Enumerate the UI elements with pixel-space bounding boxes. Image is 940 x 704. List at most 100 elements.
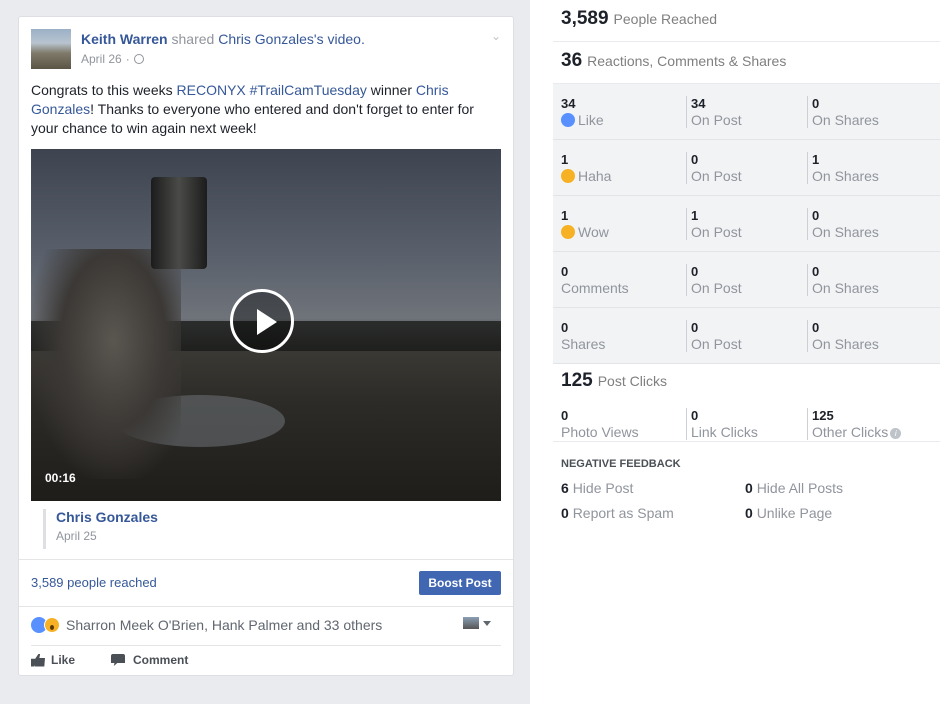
- post-card: Keith Warren shared Chris Gonzales's vid…: [18, 16, 514, 676]
- cell-label: Other Clicks: [812, 424, 889, 440]
- post-text-part: Congrats to this weeks: [31, 82, 177, 98]
- people-reached-row: 3,589 People Reached: [553, 8, 940, 42]
- shared-word: shared: [171, 31, 215, 47]
- divider: [31, 645, 501, 646]
- like-total-cell: 34 Like: [561, 96, 604, 128]
- cell-label: On Post: [691, 336, 742, 352]
- cell-label: On Shares: [812, 224, 879, 240]
- clicks-breakdown: 0 Photo Views 0 Link Clicks 125 Other Click…: [553, 406, 940, 442]
- table-row: 1 Wow 1 On Post 0 On Shares: [553, 196, 940, 252]
- cell-value: 0: [691, 408, 699, 423]
- cell-label: Shares: [561, 336, 606, 352]
- table-row: 1 Haha 0 On Post 1 On Shares: [553, 140, 940, 196]
- chevron-down-icon[interactable]: ⌄: [491, 29, 501, 43]
- cell-value: 1: [812, 152, 820, 167]
- cell-value: 1: [561, 152, 569, 167]
- cell-value: 0: [561, 408, 569, 423]
- cell-value: 0: [561, 264, 569, 279]
- wow-total-cell: 1 Wow: [561, 208, 609, 240]
- cell-label: On Post: [691, 112, 742, 128]
- hide-all-posts-stat: 0 Hide All Posts: [745, 480, 843, 496]
- boost-post-button[interactable]: Boost Post: [419, 571, 501, 595]
- author-name-link[interactable]: Keith Warren: [81, 31, 168, 47]
- post-header-line: Keith Warren shared Chris Gonzales's vid…: [81, 31, 365, 47]
- globe-icon: [133, 54, 144, 64]
- on-post-cell: 0 On Post: [686, 152, 742, 184]
- on-shares-cell: 0 On Shares: [807, 264, 879, 296]
- reactors-text[interactable]: Sharron Meek O'Brien, Hank Palmer and 33…: [66, 617, 382, 633]
- post-date[interactable]: April 26: [81, 52, 122, 66]
- comment-label: Comment: [133, 653, 189, 667]
- cell-label: Comments: [561, 280, 629, 296]
- cell-value: 0: [812, 320, 820, 335]
- like-icon: [561, 113, 575, 127]
- table-row: 0 Shares 0 On Post 0 On Shares: [553, 308, 940, 364]
- author-avatar[interactable]: [31, 29, 71, 69]
- video-player[interactable]: 00:16: [31, 149, 501, 501]
- thumbs-up-icon: [31, 653, 45, 667]
- play-button[interactable]: [230, 289, 294, 353]
- on-post-cell: 1 On Post: [686, 208, 742, 240]
- people-reached-label: People Reached: [613, 11, 718, 27]
- stat-value: 0: [745, 480, 753, 496]
- cell-label: On Post: [691, 224, 742, 240]
- cell-value: 0: [812, 264, 820, 279]
- table-row: 34 Like 34 On Post 0 On Shares: [553, 84, 940, 140]
- divider: [19, 606, 513, 607]
- cell-label: On Post: [691, 280, 742, 296]
- divider: [19, 559, 513, 560]
- post-as-selector[interactable]: [463, 617, 491, 629]
- stat-value: 0: [561, 505, 569, 521]
- page-avatar-icon: [463, 617, 479, 629]
- video-feeder: [151, 177, 207, 269]
- engagement-count: 36: [561, 50, 583, 71]
- unlike-page-stat: 0 Unlike Page: [745, 505, 832, 521]
- reactions-summary[interactable]: Sharron Meek O'Brien, Hank Palmer and 33…: [31, 615, 382, 635]
- shared-source-name[interactable]: Chris Gonzales: [56, 509, 158, 525]
- table-row: 0 Comments 0 On Post 0 On Shares: [553, 252, 940, 308]
- haha-icon: [561, 169, 575, 183]
- on-post-cell: 0 On Post: [686, 320, 742, 352]
- post-insights-panel: 3,589 People Reached 36 Reactions, Comme…: [553, 0, 940, 704]
- cell-value: 34: [561, 96, 576, 111]
- cell-label: Like: [578, 112, 604, 128]
- cell-value: 0: [691, 320, 699, 335]
- info-icon[interactable]: i: [890, 428, 902, 439]
- video-duration: 00:16: [45, 471, 76, 485]
- cell-label: On Shares: [812, 280, 879, 296]
- on-post-cell: 34 On Post: [686, 96, 742, 128]
- video-deer: [31, 249, 181, 479]
- post-text-part: winner: [366, 82, 416, 98]
- people-reached-link[interactable]: 3,589 people reached: [31, 575, 157, 590]
- wow-reaction-icon: [44, 617, 60, 633]
- cell-label: On Shares: [812, 112, 879, 128]
- caret-down-icon: [483, 620, 491, 626]
- comment-button[interactable]: Comment: [111, 653, 188, 667]
- link-clicks-cell: 0 Link Clicks: [686, 408, 758, 440]
- like-button[interactable]: Like: [31, 653, 75, 667]
- cell-label: On Shares: [812, 336, 879, 352]
- shared-source-date[interactable]: April 25: [56, 529, 158, 543]
- on-post-cell: 0 On Post: [686, 264, 742, 296]
- post-header: Keith Warren shared Chris Gonzales's vid…: [31, 29, 501, 73]
- cell-value: 0: [812, 96, 820, 111]
- cell-label: Photo Views: [561, 424, 639, 440]
- cell-value: 1: [561, 208, 569, 223]
- cell-value: 0: [691, 264, 699, 279]
- post-clicks-label: Post Clicks: [597, 373, 667, 389]
- engagement-row: 36 Reactions, Comments & Shares: [553, 50, 940, 84]
- shared-suffix-link[interactable]: 's video.: [314, 31, 365, 47]
- hashtag-link[interactable]: RECONYX #TrailCamTuesday: [177, 82, 367, 98]
- engagement-label: Reactions, Comments & Shares: [587, 53, 787, 69]
- comments-total-cell: 0 Comments: [561, 264, 629, 296]
- like-label: Like: [51, 653, 76, 667]
- cell-label: Link Clicks: [691, 424, 758, 440]
- haha-total-cell: 1 Haha: [561, 152, 611, 184]
- cell-value: 125: [812, 408, 834, 423]
- cell-label: Haha: [578, 168, 612, 184]
- shared-owner-link[interactable]: Chris Gonzales: [218, 31, 314, 47]
- hide-post-stat: 6 Hide Post: [561, 480, 633, 496]
- on-shares-cell: 0 On Shares: [807, 208, 879, 240]
- post-clicks-count: 125: [561, 370, 593, 391]
- post-text-part: ! Thanks to everyone who entered and don…: [31, 101, 474, 136]
